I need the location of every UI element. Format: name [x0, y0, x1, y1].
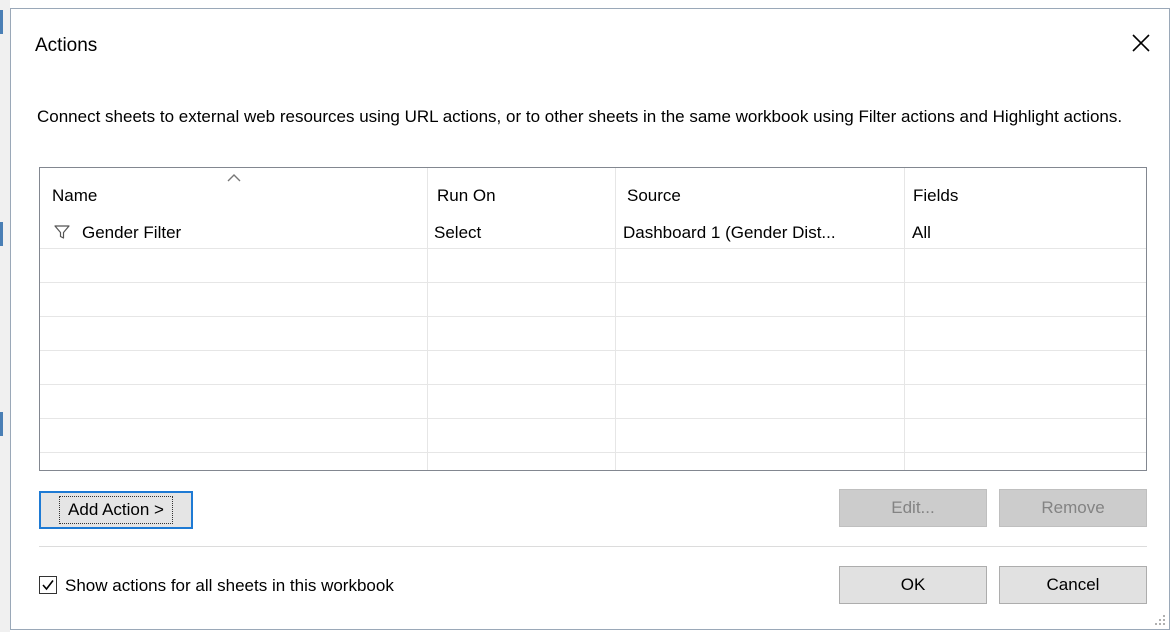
dialog-description: Connect sheets to external web resources… — [37, 107, 1123, 126]
cancel-button[interactable]: Cancel — [999, 566, 1147, 604]
action-name-text: Gender Filter — [82, 223, 182, 242]
row-divider — [40, 384, 1146, 385]
column-separator[interactable] — [615, 168, 616, 470]
row-divider — [40, 316, 1146, 317]
row-divider — [40, 350, 1146, 351]
show-all-sheets-checkbox[interactable] — [39, 576, 57, 594]
row-divider — [40, 418, 1146, 419]
actions-dialog: Actions Connect sheets to external web r… — [10, 8, 1170, 630]
add-action-label: Add Action > — [59, 496, 173, 524]
resize-grip-icon[interactable] — [1154, 614, 1166, 626]
show-all-sheets-label[interactable]: Show actions for all sheets in this work… — [65, 576, 394, 596]
add-action-button[interactable]: Add Action > — [39, 491, 193, 529]
background-window-edge — [0, 0, 10, 632]
ok-button[interactable]: OK — [839, 566, 987, 604]
action-row-source[interactable]: Dashboard 1 (Gender Dist... — [623, 223, 836, 243]
divider — [39, 546, 1147, 547]
checkmark-icon — [42, 580, 54, 591]
row-divider — [40, 248, 1146, 249]
column-header-source[interactable]: Source — [627, 186, 681, 206]
background-accent — [0, 10, 3, 34]
remove-button[interactable]: Remove — [999, 489, 1147, 527]
column-header-name[interactable]: Name — [52, 186, 97, 206]
column-separator[interactable] — [427, 168, 428, 470]
row-divider — [40, 452, 1146, 453]
filter-icon — [54, 225, 70, 239]
column-header-fields[interactable]: Fields — [913, 186, 958, 206]
edit-button[interactable]: Edit... — [839, 489, 987, 527]
action-row-fields[interactable]: All — [912, 223, 931, 243]
close-icon — [1132, 34, 1150, 52]
column-header-run-on[interactable]: Run On — [437, 186, 496, 206]
background-accent — [0, 412, 3, 436]
sort-ascending-icon — [227, 174, 241, 182]
background-accent — [0, 222, 3, 246]
dialog-title: Actions — [35, 35, 98, 56]
column-separator[interactable] — [904, 168, 905, 470]
close-button[interactable] — [1121, 23, 1161, 63]
action-row-name[interactable]: Gender Filter — [54, 223, 181, 243]
row-divider — [40, 282, 1146, 283]
action-row-run-on[interactable]: Select — [434, 223, 481, 243]
actions-table: Name Run On Source Fields Gender Filter … — [39, 167, 1147, 471]
